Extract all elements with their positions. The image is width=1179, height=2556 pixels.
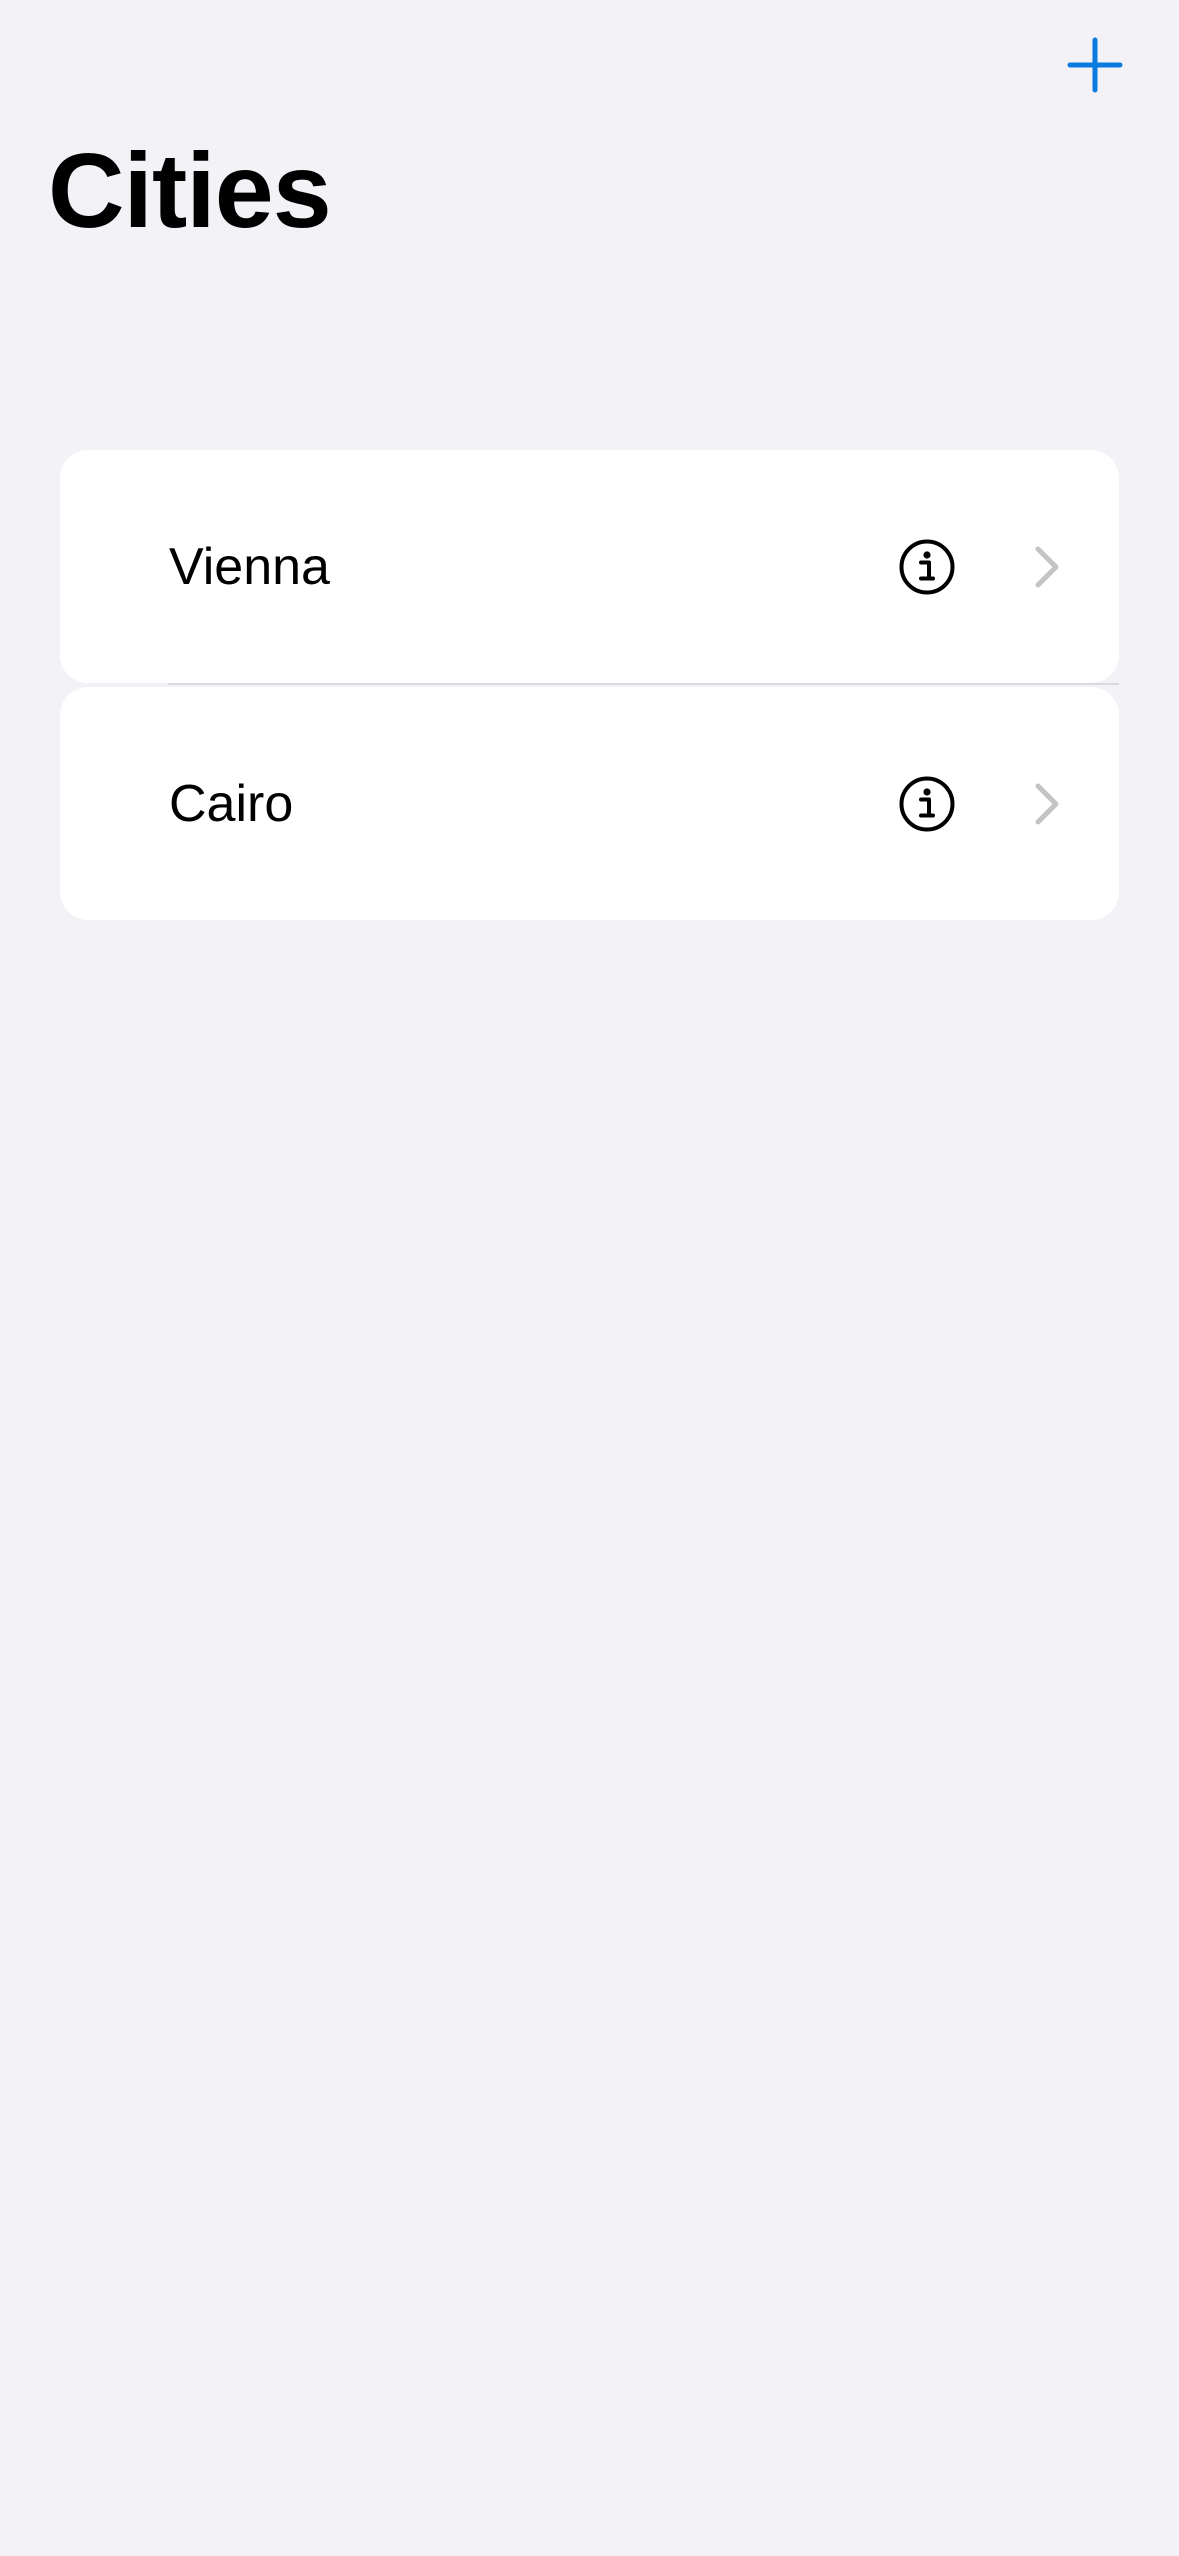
plus-icon [1067,37,1123,93]
list-item-vienna[interactable]: Vienna [60,450,1119,683]
city-label: Cairo [169,774,294,833]
page-title: Cities [48,132,332,250]
info-circle-icon[interactable] [898,538,956,596]
info-circle-icon[interactable] [898,775,956,833]
cities-list: Vienna Cairo [60,450,1119,920]
city-label: Vienna [169,537,330,596]
list-item-cairo[interactable]: Cairo [60,687,1119,920]
add-city-button[interactable] [1060,30,1130,100]
chevron-right-icon [1035,546,1059,587]
row-separator [168,683,1119,685]
chevron-right-icon [1035,783,1059,824]
